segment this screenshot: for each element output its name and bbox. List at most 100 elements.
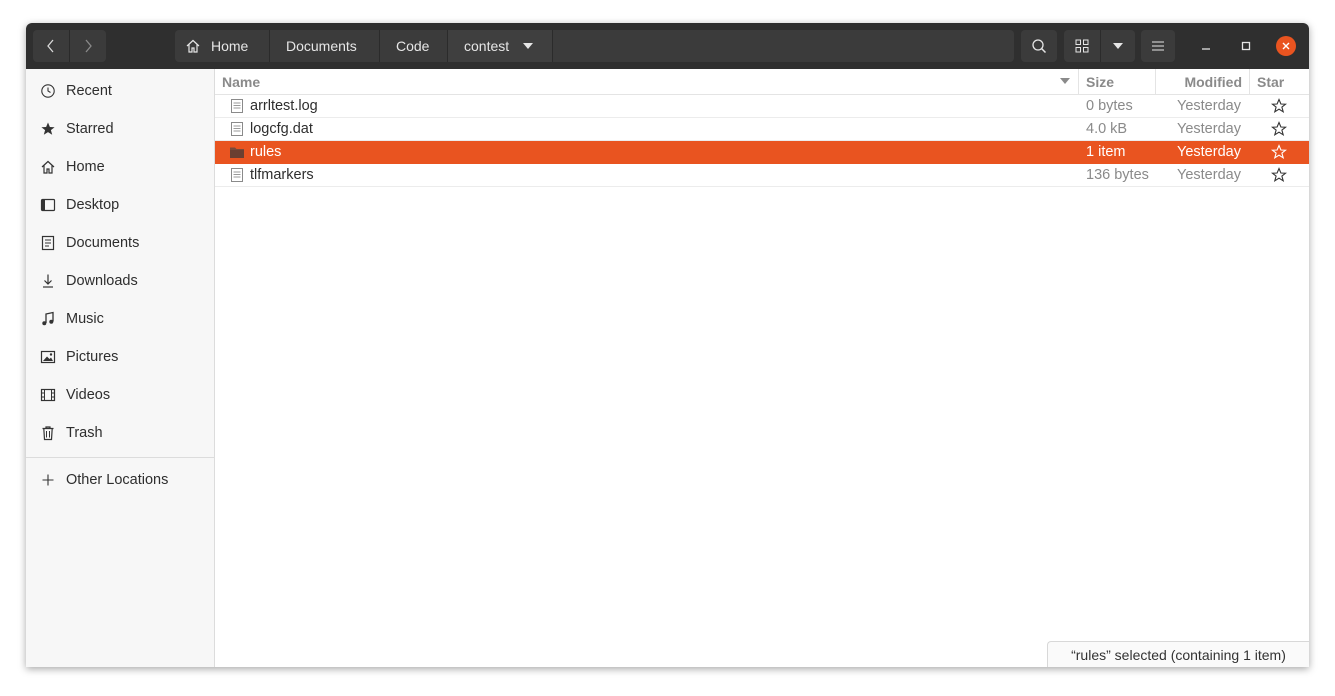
file-size: 136 bytes <box>1086 167 1149 183</box>
sidebar-item-label: Home <box>66 159 105 175</box>
sidebar-item-recent[interactable]: Recent <box>26 73 214 109</box>
back-button[interactable] <box>33 30 69 62</box>
breadcrumb-label: Code <box>396 38 430 54</box>
file-name: arrltest.log <box>250 98 318 114</box>
desktop-icon <box>40 197 56 213</box>
chevron-right-icon <box>85 39 92 53</box>
file-modified: Yesterday <box>1177 144 1241 160</box>
search-icon <box>1032 39 1047 54</box>
sidebar-item-label: Desktop <box>66 197 120 213</box>
breadcrumb-documents[interactable]: Documents <box>270 30 380 62</box>
maximize-button[interactable] <box>1236 36 1256 56</box>
maximize-icon <box>1241 41 1251 51</box>
status-bar: “rules” selected (containing 1 item) <box>1047 641 1309 667</box>
minimize-button[interactable] <box>1196 36 1216 56</box>
file-row[interactable]: arrltest.log 0 bytes Yesterday <box>215 95 1309 118</box>
breadcrumb-label: Home <box>211 38 249 54</box>
column-header-label: Star <box>1257 73 1285 90</box>
sidebar-item-trash[interactable]: Trash <box>26 415 214 451</box>
sidebar-item-desktop[interactable]: Desktop <box>26 187 214 223</box>
file-modified: Yesterday <box>1177 98 1241 114</box>
grid-icon <box>1075 39 1089 53</box>
column-header-modified[interactable]: Modified <box>1156 69 1250 94</box>
star-outline-icon[interactable] <box>1271 121 1287 137</box>
sidebar-item-starred[interactable]: Starred <box>26 111 214 147</box>
column-header-size[interactable]: Size <box>1079 69 1156 94</box>
sidebar-item-label: Documents <box>66 235 140 251</box>
picture-icon <box>40 349 56 365</box>
sidebar-item-label: Trash <box>66 425 103 441</box>
text-file-icon <box>229 121 245 137</box>
sidebar-item-label: Starred <box>66 121 114 137</box>
sidebar-item-label: Other Locations <box>66 472 169 488</box>
file-name: rules <box>250 144 282 160</box>
path-bar: Home Documents Code contest <box>175 30 1014 62</box>
search-button[interactable] <box>1021 30 1057 62</box>
trash-icon <box>40 425 56 441</box>
sidebar-item-downloads[interactable]: Downloads <box>26 263 214 299</box>
close-button[interactable] <box>1276 36 1296 56</box>
sidebar-item-label: Music <box>66 311 104 327</box>
file-name: tlfmarkers <box>250 167 314 183</box>
breadcrumb-label: Documents <box>286 38 357 54</box>
sidebar-item-documents[interactable]: Documents <box>26 225 214 261</box>
star-icon <box>40 121 56 137</box>
sidebar-item-music[interactable]: Music <box>26 301 214 337</box>
sidebar-item-videos[interactable]: Videos <box>26 377 214 413</box>
file-row[interactable]: logcfg.dat 4.0 kB Yesterday <box>215 118 1309 141</box>
clock-icon <box>40 83 56 99</box>
file-row-selected[interactable]: rules 1 item Yesterday <box>215 141 1309 164</box>
main-menu-button[interactable] <box>1141 30 1175 62</box>
breadcrumb-label: contest <box>464 38 510 54</box>
file-manager-window: Home Documents Code contest Recent Starr… <box>26 23 1309 667</box>
header-bar: Home Documents Code contest <box>26 23 1309 69</box>
download-icon <box>40 273 56 289</box>
sidebar-item-label: Recent <box>66 83 112 99</box>
column-header-label: Size <box>1086 73 1115 90</box>
sidebar-item-other-locations[interactable]: Other Locations <box>26 462 214 498</box>
column-headers: Name Size Modified Star <box>215 69 1309 95</box>
video-icon <box>40 387 56 403</box>
file-row[interactable]: tlfmarkers 136 bytes Yesterday <box>215 164 1309 187</box>
column-header-star[interactable]: Star <box>1250 69 1309 94</box>
star-outline-icon[interactable] <box>1271 98 1287 114</box>
chevron-left-icon <box>47 39 54 53</box>
file-modified: Yesterday <box>1177 121 1241 137</box>
text-file-icon <box>229 98 245 114</box>
file-size: 0 bytes <box>1086 98 1133 114</box>
close-icon <box>1282 42 1290 50</box>
hamburger-menu-icon <box>1152 41 1164 51</box>
breadcrumb-home[interactable]: Home <box>175 30 270 62</box>
home-icon <box>185 38 201 54</box>
caret-down-icon <box>1113 43 1123 49</box>
document-icon <box>40 235 56 251</box>
column-header-label: Name <box>222 73 261 90</box>
star-outline-icon[interactable] <box>1271 167 1287 183</box>
file-size: 1 item <box>1086 144 1126 160</box>
music-icon <box>40 311 56 327</box>
forward-button[interactable] <box>69 30 106 62</box>
file-modified: Yesterday <box>1177 167 1241 183</box>
breadcrumb-code[interactable]: Code <box>380 30 448 62</box>
icon-view-button[interactable] <box>1064 30 1100 62</box>
column-header-name[interactable]: Name <box>215 69 1079 94</box>
file-name: logcfg.dat <box>250 121 313 137</box>
text-file-icon <box>229 167 245 183</box>
file-list-view: Name Size Modified Star arrltest.log 0 b… <box>215 69 1309 667</box>
status-text: “rules” selected (containing 1 item) <box>1071 646 1286 663</box>
breadcrumb-contest[interactable]: contest <box>448 30 553 62</box>
places-sidebar: Recent Starred Home Desktop Documents Do… <box>26 69 215 667</box>
view-options-button[interactable] <box>1100 30 1135 62</box>
sidebar-item-label: Videos <box>66 387 111 403</box>
sidebar-item-label: Pictures <box>66 349 119 365</box>
caret-down-icon <box>523 43 534 49</box>
folder-icon <box>229 144 245 160</box>
sidebar-separator <box>26 457 214 458</box>
file-size: 4.0 kB <box>1086 121 1128 137</box>
home-icon <box>40 159 56 175</box>
sort-down-icon <box>1060 78 1070 84</box>
sidebar-item-pictures[interactable]: Pictures <box>26 339 214 375</box>
sidebar-item-home[interactable]: Home <box>26 149 214 185</box>
star-outline-icon[interactable] <box>1271 144 1287 160</box>
column-header-label: Modified <box>1184 73 1242 90</box>
